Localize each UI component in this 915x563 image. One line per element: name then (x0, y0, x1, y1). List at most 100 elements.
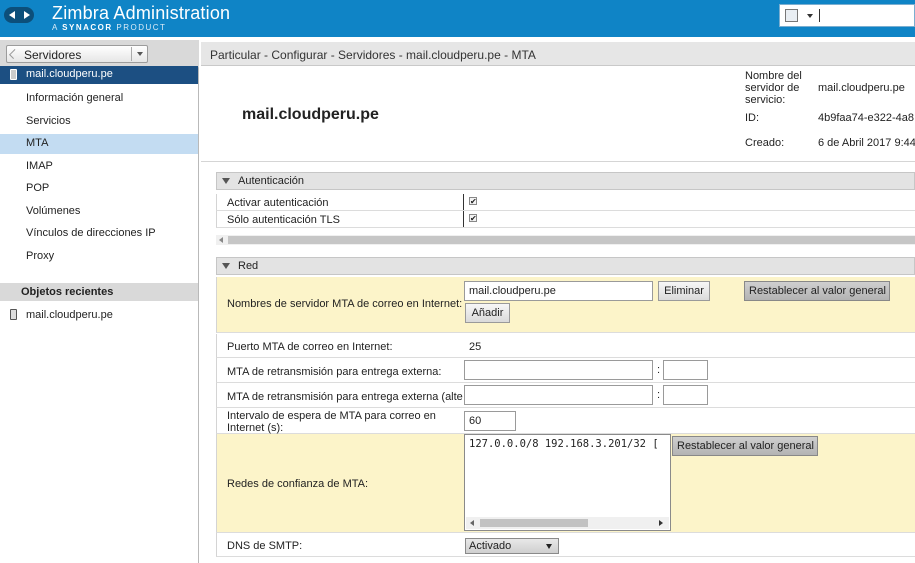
search-input[interactable] (779, 4, 915, 27)
sidebar-item-label: Volúmenes (26, 205, 81, 217)
page-title: mail.cloudperu.pe (242, 106, 379, 123)
relay-mta-alt-row: MTA de retransmisión para entrega extern… (216, 383, 915, 408)
relay-mta-port-input[interactable] (663, 360, 708, 380)
auth-section-header[interactable]: Autenticación (216, 172, 915, 190)
divider (201, 161, 915, 162)
mta-hostnames-row: Nombres de servidor MTA de correo en Int… (216, 277, 915, 333)
id-value: 4b9faa74-e322-4a8 (818, 112, 915, 124)
remove-button[interactable]: Eliminar (658, 281, 710, 301)
auth-tls-row: Sólo autenticación TLS ✔ (216, 211, 915, 228)
mta-port-row: Puerto MTA de correo en Internet: 25 (216, 334, 915, 358)
recent-item-label: mail.cloudperu.pe (26, 309, 113, 321)
relay-mta-alt-host-input[interactable] (464, 385, 653, 405)
sidebar-item-label: IMAP (26, 160, 53, 172)
collapse-icon[interactable] (222, 263, 230, 269)
search-type-icon[interactable] (785, 9, 798, 22)
breadcrumb-text: Particular - Configurar - Servidores - m… (210, 48, 536, 62)
relay-mta-alt-label: MTA de retransmisión para entrega extern… (227, 391, 463, 403)
auth-tls-checkbox[interactable]: ✔ (469, 214, 477, 223)
service-name-value: mail.cloudperu.pe (818, 82, 905, 94)
mta-port-label: Puerto MTA de correo en Internet: (227, 341, 393, 353)
mta-timeout-input[interactable]: 60 (464, 411, 516, 431)
dropdown-divider (131, 47, 132, 61)
subtitle-brand: SYNACOR (62, 23, 113, 32)
section-dropdown-label: Servidores (24, 48, 82, 62)
mta-timeout-row: Intervalo de espera de MTA para correo e… (216, 408, 915, 434)
sidebar-item-label: MTA (26, 137, 49, 149)
colon: : (657, 389, 661, 401)
section-dropdown[interactable]: Servidores (6, 45, 148, 63)
sidebar-item-general-info[interactable]: Información general (0, 89, 198, 109)
subtitle-prefix: A (52, 23, 59, 32)
recent-item[interactable]: mail.cloudperu.pe (0, 306, 198, 326)
chevron-down-icon[interactable] (546, 544, 552, 549)
add-button[interactable]: Añadir (465, 303, 510, 323)
collapse-icon[interactable] (222, 178, 230, 184)
created-label: Creado: (745, 137, 785, 149)
relay-mta-row: MTA de retransmisión para entrega extern… (216, 358, 915, 383)
scroll-left-icon[interactable] (219, 237, 223, 243)
chevron-down-icon[interactable] (807, 14, 813, 18)
sidebar-item-label: POP (26, 182, 50, 194)
mta-hostname-input[interactable]: mail.cloudperu.pe (464, 281, 653, 301)
trusted-networks-value: 127.0.0.0/8 192.168.3.201/32 [ (469, 438, 659, 450)
scrollbar-thumb[interactable] (480, 519, 588, 527)
reset-global-button-2[interactable]: Restablecer al valor general (672, 436, 818, 456)
sidebar-item-label: Proxy (26, 250, 55, 262)
text-caret (819, 9, 820, 22)
sidebar-item-proxy[interactable]: Proxy (0, 247, 198, 267)
top-header: Zimbra Administration A SYNACOR PRODUCT (0, 0, 915, 37)
network-section-header[interactable]: Red (216, 257, 915, 275)
colon: : (657, 364, 661, 376)
trusted-networks-textarea[interactable]: 127.0.0.0/8 192.168.3.201/32 [ (464, 434, 671, 531)
scroll-right-icon[interactable] (659, 520, 663, 526)
breadcrumb: Particular - Configurar - Servidores - m… (201, 42, 915, 66)
main-panel: Particular - Configurar - Servidores - m… (201, 40, 915, 563)
sidebar-item-label: Servicios (26, 115, 71, 127)
sidebar-item-volumes[interactable]: Volúmenes (0, 202, 198, 222)
relay-mta-alt-port-input[interactable] (663, 385, 708, 405)
recent-objects-title: Objetos recientes (21, 286, 114, 298)
smtp-dns-select[interactable]: Activado (465, 538, 559, 554)
nav-buttons[interactable] (4, 7, 34, 23)
auth-enable-label: Activar autenticación (227, 197, 329, 209)
app-title: Zimbra Administration (52, 3, 231, 23)
network-section-title: Red (238, 260, 259, 272)
back-icon[interactable] (8, 11, 15, 19)
mta-hostnames-label: Nombres de servidor MTA de correo en Int… (227, 298, 463, 310)
column-divider (463, 211, 464, 227)
textarea-horizontal-scrollbar[interactable] (466, 517, 669, 529)
server-icon (10, 309, 17, 320)
smtp-dns-row: DNS de SMTP: (216, 533, 915, 557)
sidebar-item-pop[interactable]: POP (0, 179, 198, 199)
sidebar-item-mta[interactable]: MTA (0, 134, 198, 154)
scroll-left-icon[interactable] (470, 520, 474, 526)
sidebar-server-label: mail.cloudperu.pe (26, 68, 113, 80)
app-subtitle: A SYNACOR PRODUCT (52, 23, 230, 32)
sidebar-item-label: Información general (26, 92, 124, 104)
auth-enable-checkbox[interactable]: ✔ (469, 197, 477, 206)
sidebar-item-ip-bindings[interactable]: Vínculos de direcciones IP (0, 224, 198, 244)
sidebar: Servidores mail.cloudperu.pe Información… (0, 40, 199, 563)
auth-tls-label: Sólo autenticación TLS (227, 214, 340, 226)
chevron-down-icon[interactable] (137, 52, 143, 56)
trusted-networks-label: Redes de confianza de MTA: (227, 478, 369, 490)
reset-global-button[interactable]: Restablecer al valor general (744, 281, 890, 301)
sidebar-item-label: Vínculos de direcciones IP (26, 227, 156, 239)
back-arrow-icon[interactable] (9, 49, 19, 59)
relay-mta-host-input[interactable] (464, 360, 653, 380)
id-label: ID: (745, 112, 760, 124)
scrollbar-thumb[interactable] (228, 236, 915, 244)
service-name-label: Nombre del servidor de servicio: (745, 70, 802, 106)
sidebar-server-item[interactable]: mail.cloudperu.pe (0, 66, 198, 84)
sidebar-item-services[interactable]: Servicios (0, 112, 198, 132)
subtitle-suffix: PRODUCT (116, 23, 167, 32)
server-icon (10, 69, 17, 80)
horizontal-scrollbar[interactable] (216, 235, 915, 245)
sidebar-item-imap[interactable]: IMAP (0, 157, 198, 177)
relay-mta-label: MTA de retransmisión para entrega extern… (227, 366, 442, 378)
forward-icon[interactable] (23, 11, 30, 19)
column-divider (463, 194, 464, 210)
smtp-dns-label: DNS de SMTP: (227, 540, 303, 552)
smtp-dns-value: Activado (469, 540, 512, 552)
